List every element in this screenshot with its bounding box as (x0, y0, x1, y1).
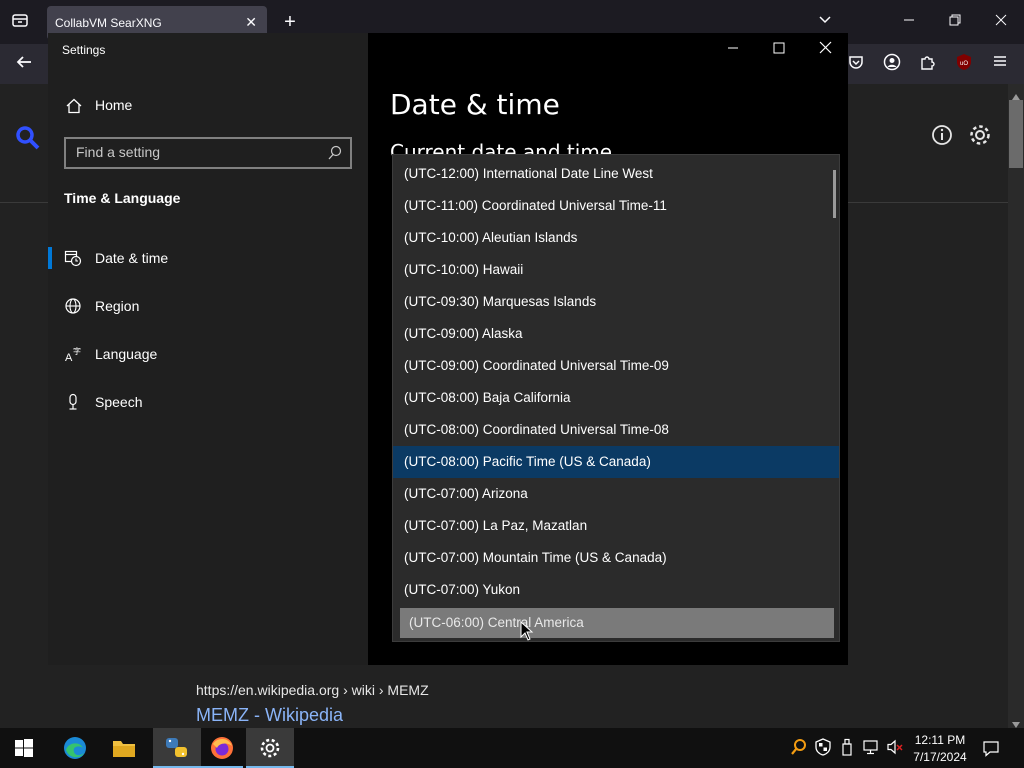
search-magnifier-tray-icon[interactable] (790, 738, 808, 756)
time-zone-option[interactable]: (UTC-07:00) Arizona (393, 478, 839, 510)
info-icon[interactable] (931, 124, 953, 146)
notifications-icon[interactable] (982, 739, 1000, 757)
home-label: Home (95, 97, 133, 113)
time-zone-option[interactable]: (UTC-09:00) Alaska (393, 318, 839, 350)
page-title: Date & time (390, 88, 560, 121)
tab-close-icon[interactable]: ✕ (245, 14, 257, 31)
account-icon[interactable] (881, 53, 903, 75)
page-scrollbar[interactable] (1008, 84, 1024, 728)
nav-label-speech: Speech (95, 394, 143, 410)
time-zone-option[interactable]: (UTC-09:00) Coordinated Universal Time-0… (393, 350, 839, 382)
time-zone-option[interactable]: (UTC-07:00) Mountain Time (US & Canada) (393, 542, 839, 574)
time-zone-option[interactable]: (UTC-08:00) Coordinated Universal Time-0… (393, 414, 839, 446)
edge-browser-icon[interactable] (62, 735, 88, 761)
taskbar-settings-app[interactable] (246, 728, 294, 768)
microphone-icon (64, 393, 82, 411)
volume-muted-icon[interactable] (886, 738, 904, 756)
taskbar-app-active[interactable] (153, 728, 201, 768)
nav-item-region[interactable]: Region (48, 286, 368, 326)
hamburger-menu-icon[interactable] (989, 53, 1011, 75)
firefox-icon[interactable] (209, 735, 235, 761)
new-tab-button[interactable]: + (279, 11, 301, 33)
find-setting-input[interactable] (76, 144, 316, 160)
close-icon (819, 41, 831, 54)
nav-label-date-time: Date & time (95, 250, 169, 266)
tab-list-icon[interactable] (9, 11, 31, 33)
home-icon (66, 98, 82, 114)
find-setting-search-box[interactable] (64, 137, 352, 169)
nav-item-date-time[interactable]: Date & time (48, 238, 368, 278)
date-time-icon (64, 249, 82, 267)
network-icon[interactable] (862, 738, 880, 756)
page-scrollbar-thumb[interactable] (1009, 100, 1023, 168)
back-arrow-icon[interactable] (13, 53, 35, 75)
time-zone-option[interactable]: (UTC-08:00) Baja California (393, 382, 839, 414)
settings-gear-icon (260, 738, 280, 758)
pocket-icon[interactable] (845, 53, 867, 75)
searxng-search-icon[interactable] (14, 124, 42, 152)
scroll-up-arrow-icon[interactable] (1011, 88, 1021, 100)
browser-minimize-icon[interactable] (898, 11, 920, 33)
time-zone-option[interactable]: (UTC-11:00) Coordinated Universal Time-1… (393, 190, 839, 222)
time-zone-options: (UTC-12:00) International Date Line West… (393, 158, 839, 638)
time-zone-option[interactable]: (UTC-07:00) La Paz, Mazatlan (393, 510, 839, 542)
globe-icon (64, 297, 82, 315)
time-zone-option[interactable]: (UTC-09:30) Marquesas Islands (393, 286, 839, 318)
mouse-cursor-icon (520, 620, 534, 641)
svg-text:A: A (65, 352, 73, 363)
minimize-icon (728, 47, 738, 49)
start-windows-icon[interactable] (14, 738, 34, 758)
svg-text:uO: uO (960, 61, 968, 67)
dropdown-scrollbar-thumb[interactable] (833, 170, 836, 218)
search-icon[interactable] (328, 145, 342, 161)
ublock-origin-icon[interactable]: uO (953, 53, 975, 75)
time-zone-option[interactable]: (UTC-07:00) Yukon (393, 574, 839, 606)
scroll-down-arrow-icon[interactable] (1011, 716, 1021, 728)
language-icon: A字 (64, 345, 82, 364)
nav-item-language[interactable]: A字 Language (48, 334, 368, 374)
nav-label-region: Region (95, 298, 140, 314)
nav-item-speech[interactable]: Speech (48, 382, 368, 422)
taskbar-clock-time[interactable]: 12:11 PM (910, 733, 970, 747)
svg-text:字: 字 (73, 346, 81, 356)
python-app-icon (166, 738, 187, 757)
browser-close-icon[interactable] (990, 11, 1012, 33)
section-heading: Time & Language (64, 190, 181, 206)
maximize-icon (773, 42, 785, 54)
taskbar-clock-date[interactable]: 7/17/2024 (910, 750, 970, 764)
browser-restore-icon[interactable] (944, 11, 966, 33)
time-zone-option[interactable]: (UTC-12:00) International Date Line West (393, 158, 839, 190)
file-explorer-icon[interactable] (111, 736, 137, 760)
search-result-title-link[interactable]: MEMZ - Wikipedia (196, 705, 343, 726)
preferences-gear-icon[interactable] (968, 123, 992, 147)
settings-maximize-button[interactable] (759, 34, 799, 64)
time-zone-dropdown-list[interactable]: (UTC-12:00) International Date Line West… (392, 154, 840, 642)
time-zone-option[interactable]: (UTC-06:00) Central America (400, 608, 834, 638)
nav-label-language: Language (95, 346, 158, 362)
tab-overflow-chevron-icon[interactable] (814, 11, 836, 33)
usb-device-icon[interactable] (838, 738, 856, 756)
browser-tab-title: CollabVM SearXNG (55, 16, 162, 30)
time-zone-option-selected[interactable]: (UTC-08:00) Pacific Time (US & Canada) (393, 446, 839, 478)
defender-shield-icon[interactable] (814, 738, 832, 756)
search-result-url[interactable]: https://en.wikipedia.org › wiki › MEMZ (196, 682, 429, 698)
home-nav-item[interactable]: Home (64, 96, 344, 116)
settings-window-title: Settings (62, 43, 106, 57)
settings-close-button[interactable] (805, 34, 845, 64)
extensions-icon[interactable] (917, 53, 939, 75)
time-zone-option[interactable]: (UTC-10:00) Hawaii (393, 254, 839, 286)
time-zone-option[interactable]: (UTC-10:00) Aleutian Islands (393, 222, 839, 254)
settings-minimize-button[interactable] (713, 34, 753, 64)
